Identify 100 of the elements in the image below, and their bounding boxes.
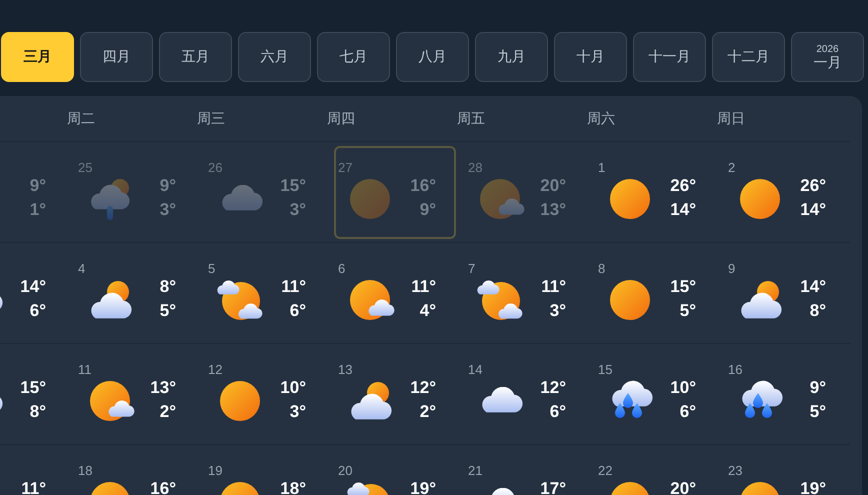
day-cell[interactable]: 19 18°	[204, 449, 326, 495]
day-number: 18	[78, 463, 92, 479]
high-temperature: 13°	[150, 377, 176, 399]
low-temperature: 2°	[420, 401, 436, 423]
high-temperature: 8°	[160, 276, 176, 298]
high-temperature: 11°	[21, 478, 46, 495]
high-temperature: 11°	[281, 276, 306, 298]
low-temperature: 8°	[810, 300, 826, 322]
day-cell[interactable]: 14 12° 6°	[464, 348, 586, 441]
low-temperature: 6°	[680, 401, 696, 423]
weekday-label: 周三	[197, 109, 225, 128]
day-number: 20	[338, 463, 352, 479]
day-cell[interactable]: 7 11° 3°	[464, 247, 586, 340]
high-temperature: 15°	[670, 276, 696, 298]
weekday-label: 周四	[327, 109, 355, 128]
month-tab[interactable]: 十一月	[633, 32, 706, 82]
day-number: 11	[78, 362, 92, 378]
high-temperature: 18°	[280, 478, 306, 495]
month-tab[interactable]: 六月	[238, 32, 311, 82]
low-temperature: 6°	[550, 401, 566, 423]
low-temperature: 3°	[160, 199, 176, 221]
high-temperature: 15°	[280, 175, 306, 197]
day-cell[interactable]: 2 26° 14°	[724, 146, 846, 239]
low-temperature: 14°	[670, 199, 696, 221]
day-cell[interactable]: 1 26° 14°	[594, 146, 716, 239]
day-cell[interactable]: 11°	[0, 449, 66, 495]
high-temperature: 11°	[411, 276, 436, 298]
month-tab[interactable]: 十月	[554, 32, 627, 82]
day-number: 12	[208, 362, 222, 378]
high-temperature: 19°	[800, 478, 826, 495]
high-temperature: 12°	[410, 377, 436, 399]
day-number: 27	[338, 160, 352, 176]
day-cell[interactable]: 8 15° 5°	[594, 247, 716, 340]
month-tab[interactable]: 四月	[80, 32, 153, 82]
day-number: 9	[728, 261, 736, 277]
day-cell[interactable]: 6 11° 4°	[334, 247, 456, 340]
day-cell[interactable]: 18 16°	[74, 449, 196, 495]
weekday-label: 周六	[587, 109, 615, 128]
high-temperature: 12°	[540, 377, 566, 399]
month-tab[interactable]: 三月	[1, 32, 74, 82]
day-cell[interactable]: 21 17°	[464, 449, 586, 495]
day-number: 2	[728, 160, 736, 176]
day-number: 22	[598, 463, 612, 479]
day-number: 28	[468, 160, 482, 176]
high-temperature: 9°	[810, 377, 826, 399]
day-number: 6	[338, 261, 346, 277]
high-temperature: 26°	[800, 175, 826, 197]
day-number: 21	[468, 463, 482, 479]
high-temperature: 14°	[20, 276, 46, 298]
high-temperature: 26°	[670, 175, 696, 197]
low-temperature: 6°	[290, 300, 306, 322]
day-number: 13	[338, 362, 352, 378]
day-number: 7	[468, 261, 476, 277]
month-tab[interactable]: 2026 一月	[791, 32, 864, 82]
month-tab[interactable]: 八月	[396, 32, 469, 82]
day-number: 16	[728, 362, 742, 378]
weekday-label: 周日	[717, 109, 745, 128]
month-tab[interactable]: 九月	[475, 32, 548, 82]
day-cell[interactable]: 14° 6°	[0, 247, 66, 340]
high-temperature: 17°	[540, 478, 566, 495]
day-cell[interactable]: 16 9° 5°	[724, 348, 846, 441]
high-temperature: 16°	[150, 478, 176, 495]
day-cell[interactable]: 20 19°	[334, 449, 456, 495]
high-temperature: 19°	[410, 478, 436, 495]
day-number: 15	[598, 362, 612, 378]
month-tab[interactable]: 七月	[317, 32, 390, 82]
day-number: 8	[598, 261, 606, 277]
day-cell[interactable]: 15 10° 6°	[594, 348, 716, 441]
high-temperature: 11°	[541, 276, 566, 298]
high-temperature: 9°	[160, 175, 176, 197]
high-temperature: 10°	[280, 377, 306, 399]
high-temperature: 14°	[800, 276, 826, 298]
day-cell[interactable]: 5 11° 6°	[204, 247, 326, 340]
low-temperature: 8°	[30, 401, 46, 423]
low-temperature: 2°	[160, 401, 176, 423]
day-cell[interactable]: 22 20°	[594, 449, 716, 495]
day-number: 23	[728, 463, 742, 479]
low-temperature: 3°	[290, 199, 306, 221]
low-temperature: 6°	[30, 300, 46, 322]
day-cell[interactable]: 13 12° 2°	[334, 348, 456, 441]
day-cell[interactable]: 11 13° 2°	[74, 348, 196, 441]
day-cell[interactable]: 23 19°	[724, 449, 846, 495]
day-cell[interactable]: 9 14° 8°	[724, 247, 846, 340]
day-number: 26	[208, 160, 222, 176]
month-tab[interactable]: 十二月	[712, 32, 785, 82]
day-cell[interactable]: 4 8° 5°	[74, 247, 196, 340]
low-temperature: 9°	[420, 199, 436, 221]
low-temperature: 4°	[420, 300, 436, 322]
high-temperature: 10°	[670, 377, 696, 399]
month-tab[interactable]: 五月	[159, 32, 232, 82]
day-number: 4	[78, 261, 86, 277]
low-temperature: 3°	[290, 401, 306, 423]
day-number: 25	[78, 160, 92, 176]
low-temperature: 5°	[160, 300, 176, 322]
low-temperature: 3°	[550, 300, 566, 322]
day-cell[interactable]: 15° 8°	[0, 348, 66, 441]
day-cell[interactable]: 12 10° 3°	[204, 348, 326, 441]
high-temperature: 20°	[540, 175, 566, 197]
day-number: 19	[208, 463, 222, 479]
day-number: 14	[468, 362, 482, 378]
